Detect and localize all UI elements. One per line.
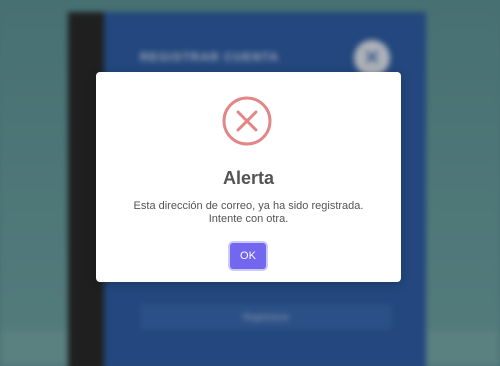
alert-dialog: Alerta Esta dirección de correo, ya ha s… xyxy=(96,72,401,282)
ok-button[interactable]: OK xyxy=(230,243,266,269)
screen: REGISTRAR CUENTA ✕ Registrarse Alerta Es… xyxy=(0,0,500,366)
error-icon xyxy=(222,96,272,146)
alert-title: Alerta xyxy=(222,168,275,188)
alert-message-line-1: Esta dirección de correo, ya ha sido reg… xyxy=(133,200,364,212)
alert-message-line-2: Intente con otra. xyxy=(208,213,289,225)
alert-message: Esta dirección de correo, ya ha sido reg… xyxy=(116,200,381,226)
